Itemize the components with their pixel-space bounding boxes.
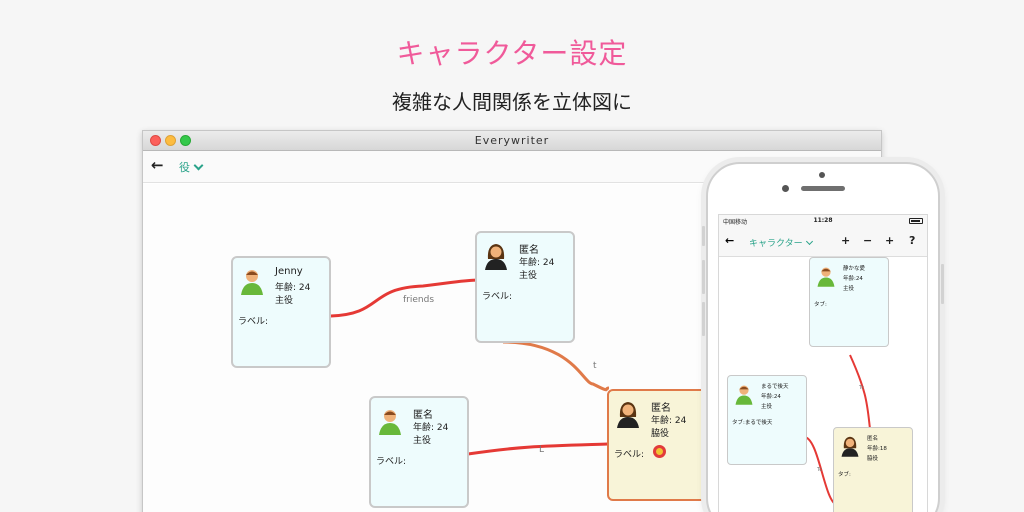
character-card[interactable]: 匿名 年齢: 24 主役 ラベル: xyxy=(475,231,575,343)
character-card[interactable]: 匿名 年齢: 24 主役 ラベル: xyxy=(369,396,469,508)
female-person-icon xyxy=(841,436,859,457)
page-subtitle: 複雑な人間関係を立体図に xyxy=(392,90,632,114)
character-role: 脇役 xyxy=(867,456,879,462)
character-label: タブ: xyxy=(814,302,827,308)
front-camera xyxy=(782,185,789,192)
phone-edge-label: Tc xyxy=(858,385,864,391)
edge-label-t: t xyxy=(593,361,597,371)
character-name: Jenny xyxy=(275,266,303,277)
battery-icon xyxy=(909,218,923,224)
character-name: まるで後天 xyxy=(761,384,789,390)
character-card-selected[interactable]: 匿名 年齢:18 脇役 タブ: xyxy=(833,427,913,512)
phone-screen: 中国移动 11:28 ← キャラクター + − + ? Tc Tc 静かな愛 年… xyxy=(718,214,928,512)
role-select[interactable]: 役 xyxy=(179,159,204,175)
green-person-icon xyxy=(735,385,753,405)
character-card-selected[interactable]: 匿名 年齢: 24 脇役 ラベル: xyxy=(607,389,707,501)
connection-handle[interactable] xyxy=(653,445,666,458)
page-title: キャラクター設定 xyxy=(396,37,628,70)
character-label: ラベル: xyxy=(376,457,407,467)
volume-up-button xyxy=(702,260,705,294)
earpiece-speaker xyxy=(801,186,845,191)
character-name: 匿名 xyxy=(867,436,879,442)
character-card[interactable]: 静かな愛 年齢:24 主役 タブ: xyxy=(809,257,889,347)
phone-edge-label: Tc xyxy=(816,467,822,473)
window-titlebar: Everywriter xyxy=(143,131,881,151)
edge-l xyxy=(467,442,609,456)
character-name: 匿名 xyxy=(651,403,671,414)
character-role: 脇役 xyxy=(651,429,670,439)
add-button[interactable]: + xyxy=(841,234,850,247)
zoom-out-button[interactable]: − xyxy=(863,234,872,247)
character-age: 年齢: 24 xyxy=(519,258,555,268)
character-age: 年齢: 24 xyxy=(651,416,687,426)
character-card[interactable]: まるで後天 年齢:24 主役 タブ:まるで後天 xyxy=(727,375,807,465)
character-age: 年齢: 24 xyxy=(275,283,311,293)
phone-edge-1 xyxy=(849,354,872,438)
character-name: 匿名 xyxy=(519,245,539,256)
chevron-down-icon xyxy=(805,237,813,246)
phone-canvas[interactable]: Tc Tc 静かな愛 年齢:24 主役 タブ: まるで後天 年齢:24 主役 タ… xyxy=(719,257,927,512)
character-label: タブ: xyxy=(838,472,851,478)
edge-label-l: L xyxy=(539,445,544,455)
arrow-left-icon[interactable]: ← xyxy=(151,156,164,174)
character-select[interactable]: キャラクター xyxy=(749,236,813,249)
character-age: 年齢:18 xyxy=(867,446,887,452)
proximity-sensor xyxy=(819,172,825,178)
phone-toolbar: ← キャラクター + − + ? xyxy=(719,227,927,257)
character-name: 静かな愛 xyxy=(843,266,866,272)
character-role: 主役 xyxy=(761,404,773,410)
green-person-icon xyxy=(379,410,401,435)
character-label: ラベル: xyxy=(614,450,645,460)
character-role: 主役 xyxy=(413,436,432,446)
clock-label: 11:28 xyxy=(813,217,833,224)
phone-device: 中国移动 11:28 ← キャラクター + − + ? Tc Tc 静かな愛 年… xyxy=(702,162,944,512)
character-age: 年齢: 24 xyxy=(413,423,449,433)
character-role: 主役 xyxy=(843,286,855,292)
arrow-left-icon[interactable]: ← xyxy=(725,234,734,247)
green-person-icon xyxy=(817,267,835,287)
character-card[interactable]: Jenny 年齢: 24 主役 ラベル: xyxy=(231,256,331,368)
character-label: ラベル: xyxy=(238,317,269,327)
female-person-icon xyxy=(485,244,507,270)
role-select-label: 役 xyxy=(179,161,190,174)
mute-switch xyxy=(702,226,705,246)
character-name: 匿名 xyxy=(413,410,433,421)
character-role: 主役 xyxy=(519,271,538,281)
character-age: 年齢:24 xyxy=(843,276,863,282)
female-person-icon xyxy=(617,402,639,428)
power-button xyxy=(941,264,944,304)
character-select-label: キャラクター xyxy=(749,239,803,249)
edge-label-friends: friends xyxy=(403,295,434,305)
window-title: Everywriter xyxy=(474,134,550,147)
character-age: 年齢:24 xyxy=(761,394,781,400)
zoom-in-button[interactable]: + xyxy=(885,234,894,247)
help-button[interactable]: ? xyxy=(909,234,915,247)
chevron-down-icon xyxy=(193,160,204,171)
status-bar: 中国移动 11:28 xyxy=(719,215,927,227)
character-role: 主役 xyxy=(275,296,294,306)
character-label: タブ:まるで後天 xyxy=(732,420,773,426)
volume-down-button xyxy=(702,302,705,336)
character-label: ラベル: xyxy=(482,292,513,302)
green-person-icon xyxy=(241,270,263,295)
